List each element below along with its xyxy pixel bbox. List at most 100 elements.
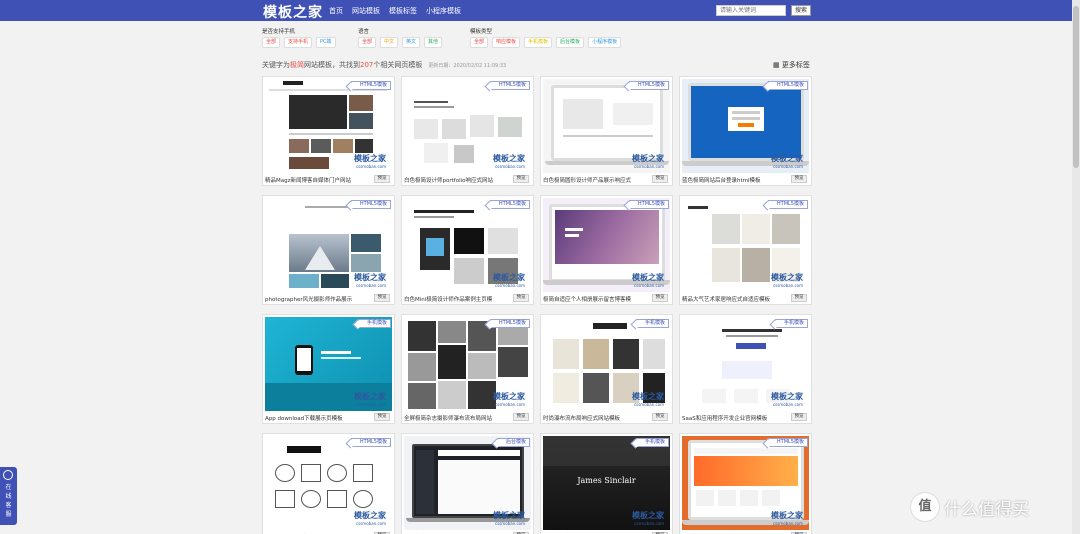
watermark-logo: 模板之家 cssmoban.com	[493, 273, 525, 288]
preview-button[interactable]: 预览	[513, 413, 529, 421]
template-thumbnail[interactable]: 模板之家 cssmoban.com	[543, 317, 670, 411]
template-type-tag: HTML5模板	[767, 81, 808, 90]
template-thumbnail[interactable]: 模板之家 cssmoban.com	[543, 198, 670, 292]
template-card[interactable]: 模板之家 cssmoban.com HTML5模板 蓝色极简网站后台登录html模…	[679, 76, 812, 186]
filter-option[interactable]: 中文	[380, 37, 399, 48]
template-thumbnail[interactable]: 模板之家 cssmoban.com	[543, 79, 670, 173]
template-card[interactable]: 模板之家cssmoban.com HTML5模板 橙色极简风格电商购物网页htm…	[679, 433, 812, 534]
filter-option[interactable]: PC端	[316, 37, 336, 48]
template-thumbnail[interactable]: James Sinclair 模板之家 cssmoban.com	[543, 436, 670, 530]
filter-option[interactable]: 手机模板	[524, 37, 553, 48]
filter-option[interactable]: 全部	[470, 37, 489, 48]
template-card[interactable]: James Sinclair 模板之家cssmoban.com 手机模板 黑色全…	[540, 433, 673, 534]
filter-option[interactable]: 英文	[402, 37, 421, 48]
template-card[interactable]: 模板之家 cssmoban.com HTML5模板 白色极简设计师portfoli…	[401, 76, 534, 186]
zdm-text: 什么值得买	[944, 499, 1029, 520]
template-card[interactable]: 模板之家 cssmoban.com 手机模板 App download下载展示页模…	[262, 314, 395, 424]
filter-language: 语言 全部 中文 英文 其他	[358, 27, 443, 48]
template-thumbnail[interactable]: 模板之家 cssmoban.com	[404, 436, 531, 530]
watermark-logo: 模板之家 cssmoban.com	[632, 154, 664, 169]
template-title[interactable]: 白色极简设计师portfolio响应式网站	[404, 176, 508, 184]
template-thumbnail[interactable]: 模板之家 cssmoban.com	[404, 79, 531, 173]
preview-button[interactable]: 预览	[374, 413, 390, 421]
nav-site-templates[interactable]: 网站模板	[352, 6, 380, 16]
scrollbar-thumb[interactable]	[1073, 6, 1079, 168]
result-summary: 关键字为极简网站模板，共找到207个相关网页模板 更新日期：2020/02/02 …	[262, 60, 506, 70]
preview-button[interactable]: 预览	[513, 294, 529, 302]
template-thumbnail[interactable]: 模板之家 cssmoban.com	[682, 198, 809, 292]
template-card[interactable]: 模板之家 cssmoban.com HTML5模板 photographer风光摄…	[262, 195, 395, 305]
template-title[interactable]: 精品Magz新闻博客自媒体门户网站	[265, 176, 369, 184]
more-tags-link[interactable]: ▦ 更多标签	[773, 60, 810, 70]
preview-button[interactable]: 预览	[652, 294, 668, 302]
filter-option[interactable]: 支持手机	[284, 37, 313, 48]
preview-button[interactable]: 预览	[374, 294, 390, 302]
watermark-logo: 模板之家 cssmoban.com	[771, 273, 803, 288]
template-card[interactable]: 模板之家 cssmoban.com HTML5模板 白色Mini极简设计师作品案例…	[401, 195, 534, 305]
nav-template-tags[interactable]: 模板标签	[389, 6, 417, 16]
template-title[interactable]: 时尚瀑布流布局响应式网站模板	[543, 414, 647, 422]
template-title[interactable]: 全屏极简杂志摄影师瀑布流布局网站	[404, 414, 508, 422]
filter-option[interactable]: 其他	[424, 37, 443, 48]
search-button[interactable]: 搜索	[791, 5, 811, 16]
online-service-button[interactable]: 在线客服	[0, 467, 17, 525]
watermark-logo: 模板之家 cssmoban.com	[771, 511, 803, 526]
template-thumbnail[interactable]: 模板之家 cssmoban.com	[265, 436, 392, 530]
result-middle: 网站模板，共找到	[304, 61, 360, 69]
filter-option[interactable]: 后台模板	[556, 37, 585, 48]
watermark-logo: 模板之家 cssmoban.com	[771, 392, 803, 407]
template-card[interactable]: 模板之家 cssmoban.com HTML5模板 精品Magz新闻博客自媒体门户…	[262, 76, 395, 186]
template-thumbnail[interactable]: 模板之家 cssmoban.com	[682, 317, 809, 411]
filter-option[interactable]: 全部	[262, 37, 281, 48]
template-type-tag: HTML5模板	[350, 200, 391, 209]
preview-button[interactable]: 预览	[513, 175, 529, 183]
watermark-logo: 模板之家 cssmoban.com	[354, 273, 386, 288]
filter-mobile: 是否支持手机 全部 支持手机 PC端	[262, 27, 336, 48]
preview-button[interactable]: 预览	[791, 413, 807, 421]
template-type-tag: HTML5模板	[489, 200, 530, 209]
template-thumbnail[interactable]: 模板之家 cssmoban.com	[265, 317, 392, 411]
search-input[interactable]	[716, 5, 786, 16]
template-thumbnail[interactable]: 模板之家 cssmoban.com	[265, 79, 392, 173]
template-thumbnail[interactable]: 模板之家 cssmoban.com	[682, 79, 809, 173]
filter-option[interactable]: 全部	[358, 37, 377, 48]
preview-button[interactable]: 预览	[791, 175, 807, 183]
template-card[interactable]: 模板之家 cssmoban.com HTML5模板 全屏极简杂志摄影师瀑布流布局网…	[401, 314, 534, 424]
preview-button[interactable]: 预览	[652, 175, 668, 183]
template-thumbnail[interactable]: 模板之家 cssmoban.com	[682, 436, 809, 530]
filter-option[interactable]: 响应模板	[492, 37, 521, 48]
template-card[interactable]: 模板之家 cssmoban.com HTML5模板 精品大气艺术家居响应式自适应模…	[679, 195, 812, 305]
service-label: 在线客服	[5, 484, 12, 518]
watermark-logo: 模板之家 cssmoban.com	[354, 154, 386, 169]
template-type-tag: HTML5模板	[628, 81, 669, 90]
watermark-logo: 模板之家 cssmoban.com	[771, 154, 803, 169]
template-title[interactable]: App download下载展示页模板	[265, 414, 369, 422]
template-thumbnail[interactable]: 模板之家 cssmoban.com	[265, 198, 392, 292]
template-title[interactable]: 白色Mini极简设计师作品案例主页模	[404, 295, 508, 303]
template-card[interactable]: 模板之家 cssmoban.com HTML5模板 白色极简圆形设计师产品展示响应…	[540, 76, 673, 186]
preview-button[interactable]: 预览	[652, 413, 668, 421]
site-logo[interactable]: 模板之家	[263, 2, 323, 22]
template-thumbnail[interactable]: 模板之家 cssmoban.com	[404, 317, 531, 411]
template-card[interactable]: 模板之家 cssmoban.com HTML5模板 极简自适应个人相册展示留言博客…	[540, 195, 673, 305]
preview-button[interactable]: 预览	[791, 294, 807, 302]
watermark-logo: 模板之家 cssmoban.com	[354, 392, 386, 407]
template-card[interactable]: 模板之家cssmoban.com 后台模板 黑白极简后台管理系统后台网站模 预览	[401, 433, 534, 534]
template-title[interactable]: 蓝色极简网站后台登录html模板	[682, 176, 786, 184]
template-card[interactable]: 模板之家 cssmoban.com 手机模板 时尚瀑布流布局响应式网站模板 预览	[540, 314, 673, 424]
template-title[interactable]: 白色极简圆形设计师产品展示响应式	[543, 176, 647, 184]
template-title[interactable]: 精品大气艺术家居响应式自适应模板	[682, 295, 786, 303]
template-title[interactable]: SaaS和应用程序开发企业官网模板	[682, 414, 786, 422]
nav-miniprogram[interactable]: 小程序模板	[426, 6, 461, 16]
preview-button[interactable]: 预览	[374, 175, 390, 183]
template-title[interactable]: photographer风光摄影师作品展示	[265, 295, 369, 303]
filter-option[interactable]: 小程序模板	[588, 37, 622, 48]
nav-home[interactable]: 首页	[329, 6, 343, 16]
template-card[interactable]: 模板之家 cssmoban.com 手机模板 SaaS和应用程序开发企业官网模板 …	[679, 314, 812, 424]
template-thumbnail[interactable]: 模板之家 cssmoban.com	[404, 198, 531, 292]
template-title[interactable]: 极简自适应个人相册展示留言博客模	[543, 295, 647, 303]
template-card[interactable]: 模板之家cssmoban.com HTML5模板 黑白线条风格图标的设计公司网站…	[262, 433, 395, 534]
result-count: 207	[360, 61, 374, 69]
card-hero-name: James Sinclair	[577, 476, 636, 485]
template-type-tag: HTML5模板	[350, 81, 391, 90]
